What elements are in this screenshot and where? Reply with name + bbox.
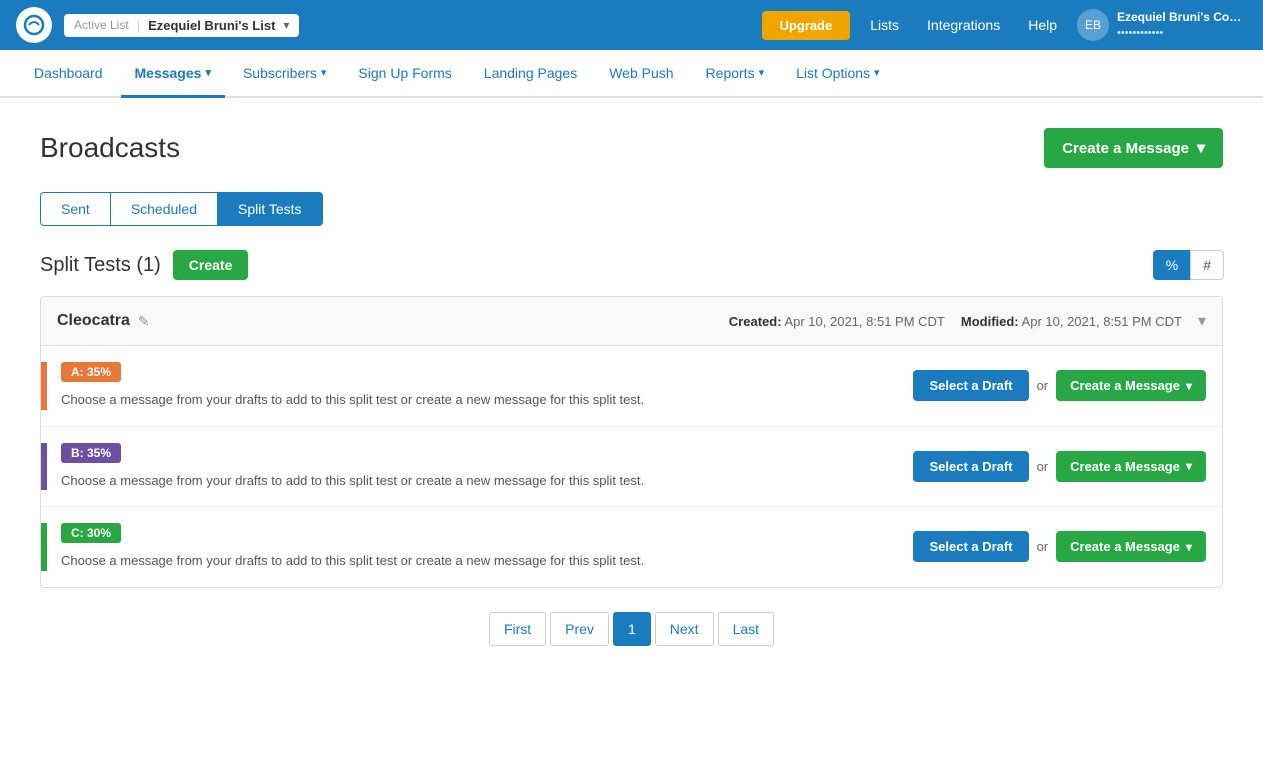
nav-item-dashboard[interactable]: Dashboard xyxy=(20,51,117,98)
hash-view-button[interactable]: # xyxy=(1190,250,1224,280)
chevron-down-icon: ▾ xyxy=(759,66,765,79)
variant-color-bar-a xyxy=(41,362,47,410)
variant-actions-a: Select a Draft or Create a Message ▾ xyxy=(913,370,1206,401)
create-message-button-c[interactable]: Create a Message ▾ xyxy=(1056,531,1206,562)
pagination-page-1[interactable]: 1 xyxy=(613,612,651,646)
modified-label: Modified: xyxy=(961,314,1019,329)
select-draft-button-b[interactable]: Select a Draft xyxy=(913,451,1028,482)
pagination-last[interactable]: Last xyxy=(718,612,774,646)
section-title: Split Tests (1) xyxy=(40,254,161,277)
variant-badge-a: A: 35% xyxy=(61,362,121,382)
or-text-a: or xyxy=(1037,378,1049,393)
created-meta: Created: Apr 10, 2021, 8:51 PM CDT xyxy=(729,314,945,329)
card-title-group: Cleocatra ✎ xyxy=(57,312,150,330)
or-text-c: or xyxy=(1037,539,1049,554)
nav-item-web-push[interactable]: Web Push xyxy=(595,51,687,98)
main-content: Broadcasts Create a Message ▾ Sent Sched… xyxy=(0,98,1263,676)
variant-row-b: B: 35% Choose a message from your drafts… xyxy=(41,427,1222,508)
edit-icon[interactable]: ✎ xyxy=(138,313,150,330)
create-message-label-a: Create a Message xyxy=(1070,378,1180,393)
nav-item-signup-forms[interactable]: Sign Up Forms xyxy=(344,51,465,98)
chevron-down-icon: ▾ xyxy=(1186,459,1192,473)
page-title: Broadcasts xyxy=(40,132,180,164)
created-label: Created: xyxy=(729,314,782,329)
select-draft-button-c[interactable]: Select a Draft xyxy=(913,531,1028,562)
variant-badge-b: B: 35% xyxy=(61,443,121,463)
variant-row-a: A: 35% Choose a message from your drafts… xyxy=(41,346,1222,427)
select-draft-button-a[interactable]: Select a Draft xyxy=(913,370,1028,401)
chevron-down-icon: ▾ xyxy=(1186,540,1192,554)
variant-color-bar-c xyxy=(41,523,47,571)
user-email: •••••••••••• xyxy=(1117,26,1247,40)
create-a-message-label: Create a Message xyxy=(1062,140,1189,157)
pagination-next[interactable]: Next xyxy=(655,612,714,646)
split-test-card: Cleocatra ✎ Created: Apr 10, 2021, 8:51 … xyxy=(40,296,1223,588)
variant-color-bar-b xyxy=(41,443,47,491)
modified-value: Apr 10, 2021, 8:51 PM CDT xyxy=(1022,314,1182,329)
variant-content-b: B: 35% Choose a message from your drafts… xyxy=(61,443,897,491)
pagination: First Prev 1 Next Last xyxy=(40,612,1223,646)
create-message-button-b[interactable]: Create a Message ▾ xyxy=(1056,451,1206,482)
section-title-group: Split Tests (1) Create xyxy=(40,250,248,280)
nav-item-reports[interactable]: Reports ▾ xyxy=(692,51,779,98)
variant-actions-c: Select a Draft or Create a Message ▾ xyxy=(913,531,1206,562)
tab-scheduled[interactable]: Scheduled xyxy=(110,192,218,226)
secondary-nav: Dashboard Messages ▾ Subscribers ▾ Sign … xyxy=(0,50,1263,98)
page-header: Broadcasts Create a Message ▾ xyxy=(40,128,1223,168)
or-text-b: or xyxy=(1037,459,1049,474)
view-toggle: % # xyxy=(1153,250,1223,280)
chevron-down-icon: ▾ xyxy=(874,66,880,79)
active-list-name: Ezequiel Bruni's List xyxy=(148,18,275,33)
nav-item-messages[interactable]: Messages ▾ xyxy=(121,51,225,98)
create-message-label-b: Create a Message xyxy=(1070,459,1180,474)
user-info: EB Ezequiel Bruni's Comp... •••••••••••• xyxy=(1077,9,1247,41)
modified-meta: Modified: Apr 10, 2021, 8:51 PM CDT xyxy=(961,314,1182,329)
tab-sent[interactable]: Sent xyxy=(40,192,111,226)
upgrade-button[interactable]: Upgrade xyxy=(762,11,851,40)
top-bar: Active List | Ezequiel Bruni's List ▾ Up… xyxy=(0,0,1263,50)
lists-link[interactable]: Lists xyxy=(862,13,907,37)
create-message-label-c: Create a Message xyxy=(1070,539,1180,554)
variant-desc-b: Choose a message from your drafts to add… xyxy=(61,471,897,491)
variant-badge-c: C: 30% xyxy=(61,523,121,543)
tab-group: Sent Scheduled Split Tests xyxy=(40,192,1223,226)
nav-item-landing-pages[interactable]: Landing Pages xyxy=(470,51,591,98)
nav-item-list-options[interactable]: List Options ▾ xyxy=(782,51,893,98)
chevron-down-icon: ▾ xyxy=(1197,138,1205,158)
chevron-down-icon: ▾ xyxy=(283,18,289,32)
create-a-message-button[interactable]: Create a Message ▾ xyxy=(1044,128,1223,168)
active-list-selector[interactable]: Active List | Ezequiel Bruni's List ▾ xyxy=(64,14,299,37)
active-list-label: Active List xyxy=(74,18,129,32)
section-header: Split Tests (1) Create % # xyxy=(40,250,1223,280)
pagination-prev[interactable]: Prev xyxy=(550,612,609,646)
percent-view-button[interactable]: % xyxy=(1153,250,1191,280)
card-header: Cleocatra ✎ Created: Apr 10, 2021, 8:51 … xyxy=(41,297,1222,346)
chevron-down-icon: ▾ xyxy=(1186,379,1192,393)
card-title: Cleocatra xyxy=(57,312,130,330)
variant-row-c: C: 30% Choose a message from your drafts… xyxy=(41,507,1222,587)
chevron-down-icon: ▾ xyxy=(205,66,211,79)
help-link[interactable]: Help xyxy=(1020,13,1065,37)
tab-split-tests[interactable]: Split Tests xyxy=(217,192,323,226)
create-message-button-a[interactable]: Create a Message ▾ xyxy=(1056,370,1206,401)
variant-desc-a: Choose a message from your drafts to add… xyxy=(61,390,897,410)
created-value: Apr 10, 2021, 8:51 PM CDT xyxy=(784,314,944,329)
variant-desc-c: Choose a message from your drafts to add… xyxy=(61,551,897,571)
pagination-first[interactable]: First xyxy=(489,612,546,646)
variant-content-c: C: 30% Choose a message from your drafts… xyxy=(61,523,897,571)
variant-content-a: A: 35% Choose a message from your drafts… xyxy=(61,362,897,410)
integrations-link[interactable]: Integrations xyxy=(919,13,1008,37)
create-split-test-button[interactable]: Create xyxy=(173,250,249,280)
user-name: Ezequiel Bruni's Comp... xyxy=(1117,10,1247,26)
avatar: EB xyxy=(1077,9,1109,41)
variant-actions-b: Select a Draft or Create a Message ▾ xyxy=(913,451,1206,482)
logo xyxy=(16,7,52,43)
card-meta: Created: Apr 10, 2021, 8:51 PM CDT Modif… xyxy=(729,311,1206,331)
chevron-down-icon: ▾ xyxy=(321,66,327,79)
nav-item-subscribers[interactable]: Subscribers ▾ xyxy=(229,51,340,98)
collapse-icon[interactable]: ▾ xyxy=(1198,311,1206,331)
